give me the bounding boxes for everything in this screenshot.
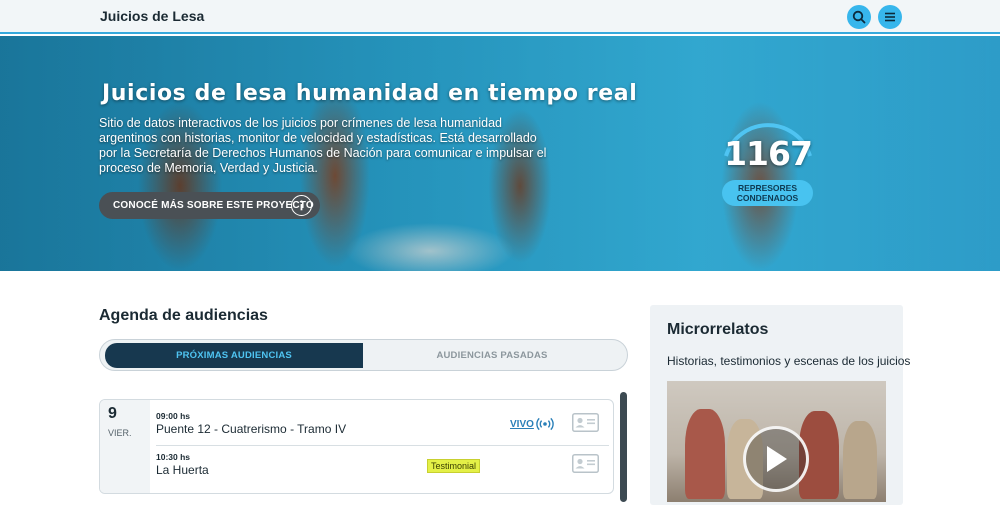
- broadcast-icon[interactable]: [536, 417, 554, 431]
- condenados-label-line1: REPRESORES: [737, 183, 798, 193]
- agenda-scrollbar[interactable]: [620, 392, 627, 502]
- tab-upcoming-hearings[interactable]: PRÓXIMAS AUDIENCIAS: [105, 343, 363, 368]
- agenda-title: Agenda de audiencias: [99, 307, 268, 324]
- hearing-name[interactable]: La Huerta: [156, 463, 209, 477]
- video-thumbnail[interactable]: [667, 381, 886, 502]
- live-link[interactable]: VIVO: [510, 419, 534, 430]
- hero-description: Sitio de datos interactivos de los juici…: [99, 116, 547, 175]
- date-weekday: VIER.: [108, 428, 132, 438]
- hearings-toggle: PRÓXIMAS AUDIENCIAS AUDIENCIAS PASADAS: [99, 339, 628, 371]
- info-icon: [291, 195, 312, 216]
- condenados-badge: REPRESORES CONDENADOS: [722, 180, 813, 206]
- hero-title: Juicios de lesa humanidad en tiempo real: [102, 81, 638, 106]
- play-icon: [767, 446, 787, 472]
- hearing-row[interactable]: 09:00 hs Puente 12 - Cuatrerismo - Tramo…: [156, 411, 609, 446]
- menu-icon: [885, 12, 895, 22]
- search-icon: [852, 10, 866, 24]
- hearing-row[interactable]: 10:30 hs La Huerta Testimonial: [156, 452, 609, 487]
- tab-past-hearings[interactable]: AUDIENCIAS PASADAS: [363, 343, 621, 368]
- play-button[interactable]: [743, 426, 809, 492]
- about-project-button[interactable]: CONOCÉ MÁS SOBRE ESTE PROYECTO: [99, 192, 320, 219]
- condenados-label-line2: CONDENADOS: [736, 193, 799, 203]
- hearing-time: 09:00 hs: [156, 411, 191, 421]
- puppet-figure-image: [843, 421, 877, 499]
- top-navbar: Juicios de Lesa: [0, 0, 1000, 34]
- condenados-count: 1167: [724, 134, 813, 173]
- menu-button[interactable]: [878, 5, 902, 29]
- case-file-icon[interactable]: [572, 454, 599, 473]
- hearing-name[interactable]: Puente 12 - Cuatrerismo - Tramo IV: [156, 422, 346, 436]
- date-column: 9 VIER.: [100, 400, 150, 493]
- microrrelatos-subtitle: Historias, testimonios y escenas de los …: [667, 354, 911, 368]
- puppet-figure-image: [685, 409, 725, 499]
- hearing-time: 10:30 hs: [156, 452, 191, 462]
- site-brand[interactable]: Juicios de Lesa: [100, 8, 204, 24]
- about-project-label: CONOCÉ MÁS SOBRE ESTE PROYECTO: [113, 200, 314, 211]
- date-day-number: 9: [108, 405, 117, 422]
- hearing-type-badge: Testimonial: [427, 459, 481, 473]
- case-file-icon[interactable]: [572, 413, 599, 432]
- search-button[interactable]: [847, 5, 871, 29]
- microrrelatos-title: Microrrelatos: [667, 321, 769, 338]
- hero-banner: Juicios de lesa humanidad en tiempo real…: [0, 36, 1000, 271]
- agenda-day-card: 9 VIER. 09:00 hs Puente 12 - Cuatrerismo…: [99, 399, 614, 494]
